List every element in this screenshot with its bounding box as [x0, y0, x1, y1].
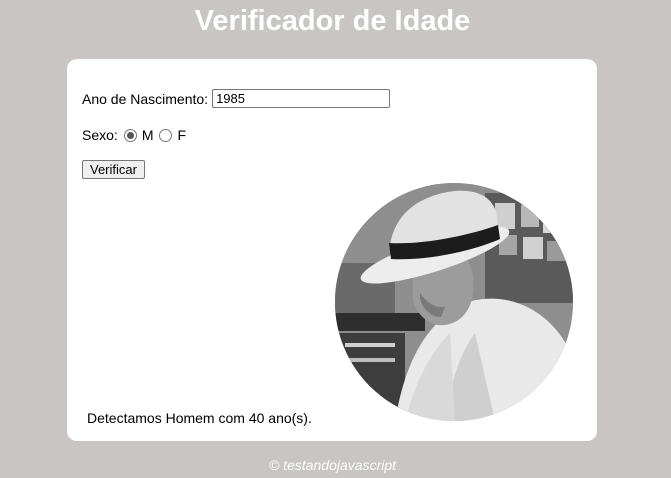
sex-label: Sexo: — [82, 127, 118, 143]
radio-female[interactable] — [159, 128, 173, 142]
man-with-hat-photo — [335, 183, 573, 421]
radio-male[interactable] — [123, 128, 137, 142]
photo-illustration — [335, 183, 573, 421]
birth-year-input[interactable] — [212, 89, 391, 108]
result-text: Detectamos Homem com 40 ano(s). — [87, 410, 312, 426]
sex-row: Sexo: M F — [82, 127, 186, 143]
verify-button[interactable]: Verificar — [82, 160, 145, 179]
radio-female-label[interactable]: F — [177, 127, 186, 143]
page-title: Verificador de Idade — [194, 5, 471, 37]
radio-male-label[interactable]: M — [142, 127, 154, 143]
footer-credit: © testandojavascript — [268, 457, 397, 473]
birth-year-row: Ano de Nascimento: — [82, 89, 391, 108]
form-card: Ano de Nascimento: Sexo: M F Verificar — [67, 59, 597, 441]
birth-year-label: Ano de Nascimento: — [82, 90, 209, 107]
